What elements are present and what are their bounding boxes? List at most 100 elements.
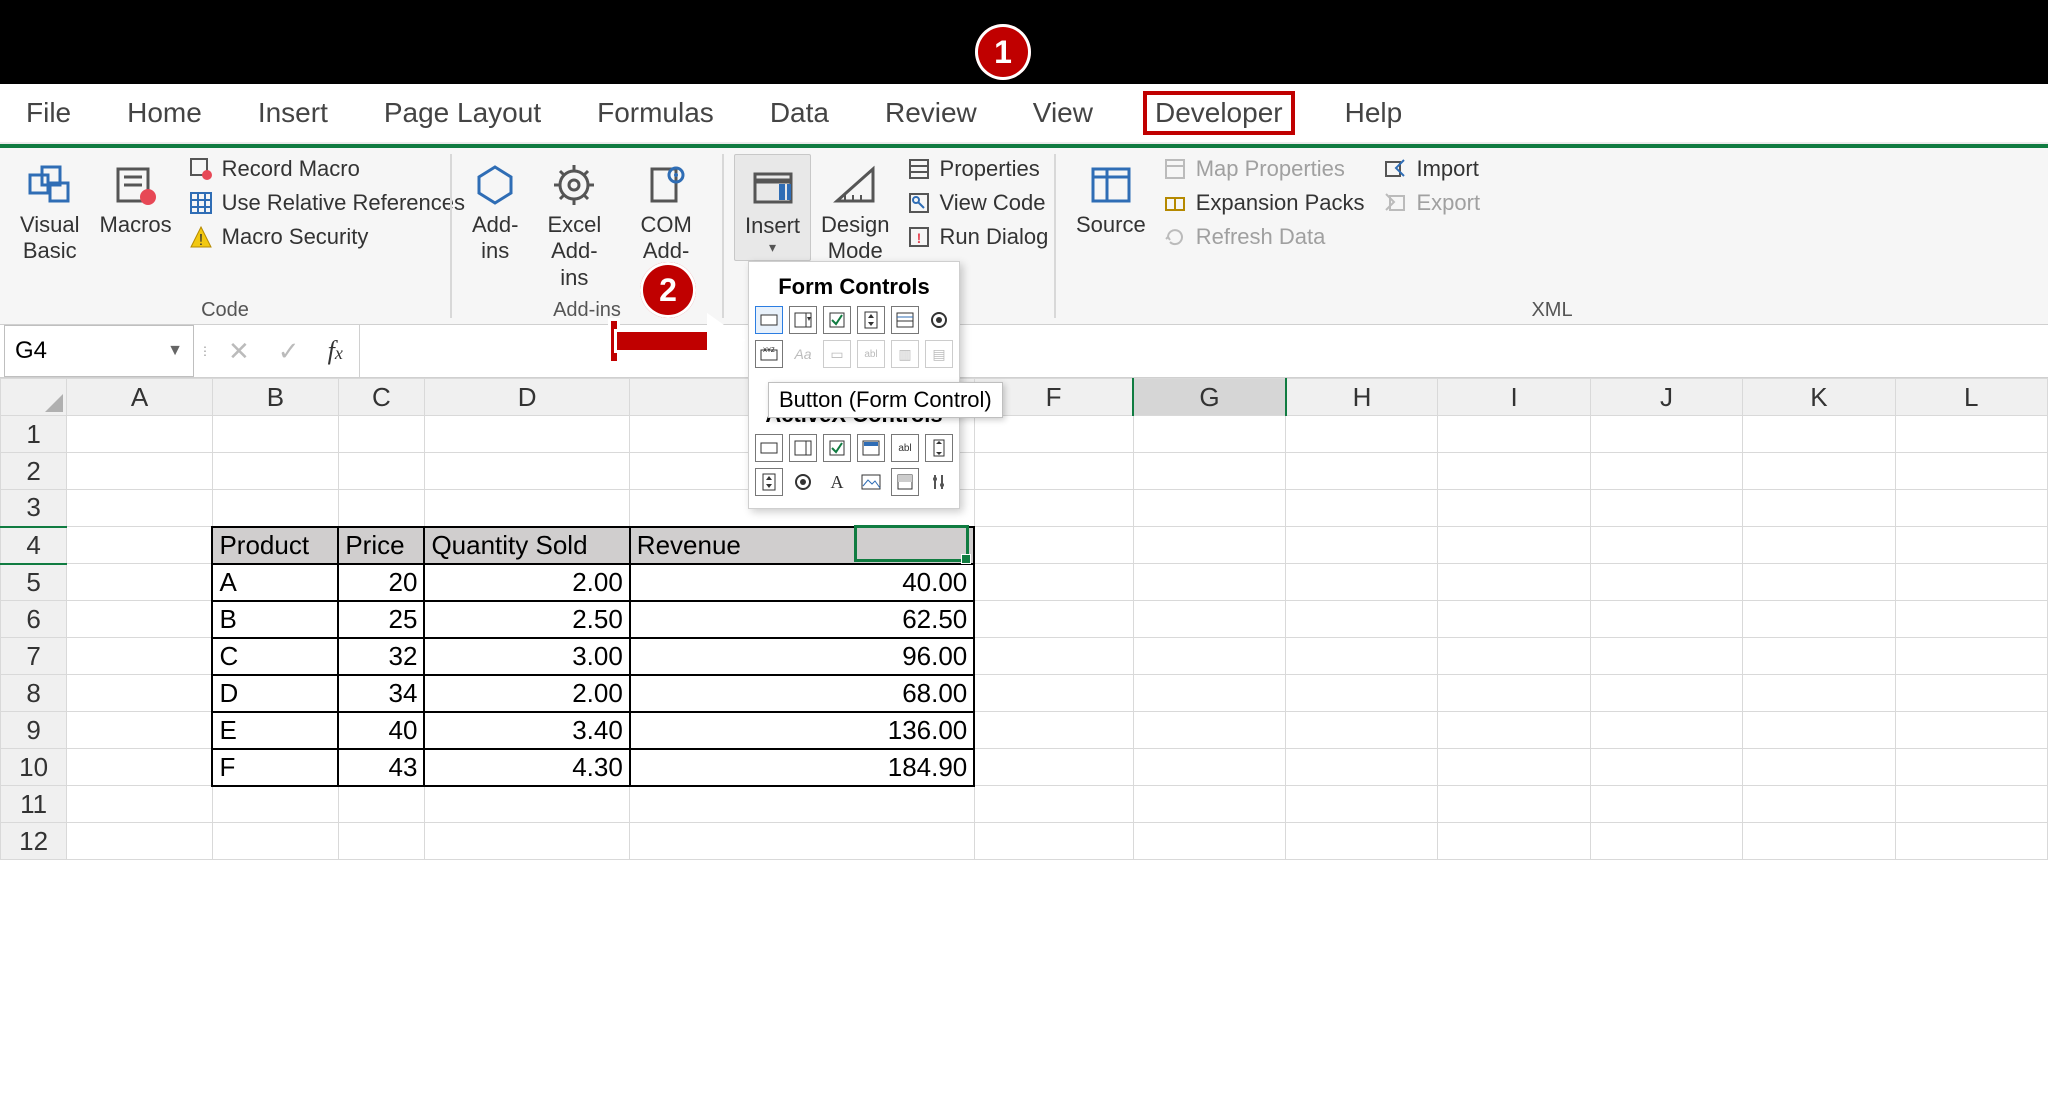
cell[interactable] <box>1286 416 1438 453</box>
cell[interactable] <box>338 490 424 527</box>
cell[interactable] <box>974 638 1133 675</box>
cell[interactable] <box>974 712 1133 749</box>
form-checkbox-icon[interactable] <box>823 306 851 334</box>
macros-button[interactable]: Macros <box>90 154 182 242</box>
row-header[interactable]: 1 <box>1 416 67 453</box>
column-header[interactable]: K <box>1743 379 1895 416</box>
column-header[interactable]: C <box>338 379 424 416</box>
column-header[interactable]: L <box>1895 379 2047 416</box>
tab-review[interactable]: Review <box>879 93 983 133</box>
cell[interactable] <box>1895 490 2047 527</box>
form-option-icon[interactable] <box>925 306 953 334</box>
cell[interactable] <box>1743 490 1895 527</box>
cell[interactable] <box>1590 490 1742 527</box>
cell[interactable] <box>974 749 1133 786</box>
name-box[interactable]: G4 ▼ <box>4 325 194 377</box>
cell[interactable] <box>1133 601 1285 638</box>
cell[interactable]: 184.90 <box>630 749 974 786</box>
cell[interactable] <box>67 823 213 860</box>
form-combo2-icon[interactable]: ▥ <box>891 340 919 368</box>
row-header[interactable]: 6 <box>1 601 67 638</box>
cell[interactable] <box>1438 601 1590 638</box>
cell[interactable]: 20 <box>338 564 424 601</box>
properties-button[interactable]: Properties <box>906 156 1049 182</box>
column-header[interactable]: J <box>1590 379 1742 416</box>
worksheet[interactable]: ABCDEFGHIJKL1234ProductPriceQuantity Sol… <box>0 378 2048 860</box>
cell[interactable] <box>1895 527 2047 564</box>
cell[interactable] <box>1133 749 1285 786</box>
row-header[interactable]: 12 <box>1 823 67 860</box>
cell[interactable] <box>1286 601 1438 638</box>
cell[interactable] <box>1743 786 1895 823</box>
cell[interactable]: Price <box>338 527 424 564</box>
cell[interactable] <box>1133 453 1285 490</box>
cell[interactable] <box>338 453 424 490</box>
design-mode-button[interactable]: Design Mode <box>811 154 899 269</box>
cell[interactable] <box>1286 823 1438 860</box>
row-header[interactable]: 5 <box>1 564 67 601</box>
cell[interactable] <box>424 786 629 823</box>
cell[interactable]: 40 <box>338 712 424 749</box>
cell[interactable] <box>1895 453 2047 490</box>
cell[interactable]: 68.00 <box>630 675 974 712</box>
cell[interactable] <box>67 712 213 749</box>
cell[interactable] <box>974 823 1133 860</box>
cell[interactable] <box>1133 823 1285 860</box>
ax-button-icon[interactable] <box>755 434 783 462</box>
cell[interactable]: A <box>212 564 338 601</box>
cell[interactable] <box>1286 786 1438 823</box>
macro-security-button[interactable]: ! Macro Security <box>188 224 465 250</box>
cell[interactable] <box>212 786 338 823</box>
tab-formulas[interactable]: Formulas <box>591 93 720 133</box>
cell[interactable] <box>1590 601 1742 638</box>
cell[interactable] <box>974 675 1133 712</box>
cell[interactable]: Quantity Sold <box>424 527 629 564</box>
cell[interactable] <box>1895 638 2047 675</box>
cell[interactable] <box>1133 527 1285 564</box>
cell[interactable] <box>630 786 974 823</box>
cell[interactable] <box>212 416 338 453</box>
cell[interactable] <box>1895 786 2047 823</box>
cell[interactable] <box>67 527 213 564</box>
cell[interactable]: 25 <box>338 601 424 638</box>
ax-checkbox-icon[interactable] <box>823 434 851 462</box>
cell[interactable] <box>1133 638 1285 675</box>
tab-page-layout[interactable]: Page Layout <box>378 93 547 133</box>
record-macro-button[interactable]: Record Macro <box>188 156 465 182</box>
cell[interactable] <box>1286 490 1438 527</box>
cell[interactable] <box>1590 712 1742 749</box>
row-header[interactable]: 9 <box>1 712 67 749</box>
cell[interactable] <box>1895 601 2047 638</box>
cell[interactable] <box>67 675 213 712</box>
cell[interactable] <box>424 823 629 860</box>
cell[interactable]: F <box>212 749 338 786</box>
form-label-icon[interactable]: Aa <box>789 340 817 368</box>
select-all-corner[interactable] <box>1 379 67 416</box>
column-header[interactable]: A <box>67 379 213 416</box>
row-header[interactable]: 4 <box>1 527 67 564</box>
run-dialog-button[interactable]: ! Run Dialog <box>906 224 1049 250</box>
cell[interactable] <box>1438 638 1590 675</box>
cell[interactable] <box>67 416 213 453</box>
row-header[interactable]: 2 <box>1 453 67 490</box>
row-header[interactable]: 3 <box>1 490 67 527</box>
cell[interactable]: 3.40 <box>424 712 629 749</box>
addins-button[interactable]: Add- ins <box>462 154 528 269</box>
cell[interactable] <box>974 601 1133 638</box>
cell[interactable]: Revenue <box>630 527 974 564</box>
cell[interactable]: 2.00 <box>424 564 629 601</box>
cell[interactable] <box>1438 490 1590 527</box>
row-header[interactable]: 10 <box>1 749 67 786</box>
tab-insert[interactable]: Insert <box>252 93 334 133</box>
column-header[interactable]: I <box>1438 379 1590 416</box>
cell[interactable] <box>1438 453 1590 490</box>
cell[interactable] <box>424 416 629 453</box>
cell[interactable]: B <box>212 601 338 638</box>
cell[interactable] <box>1590 638 1742 675</box>
form-textfield-icon[interactable]: abl <box>857 340 885 368</box>
cell[interactable] <box>1895 564 2047 601</box>
cell[interactable] <box>1438 416 1590 453</box>
cell[interactable] <box>1743 416 1895 453</box>
cell[interactable] <box>1438 823 1590 860</box>
cell[interactable] <box>67 453 213 490</box>
